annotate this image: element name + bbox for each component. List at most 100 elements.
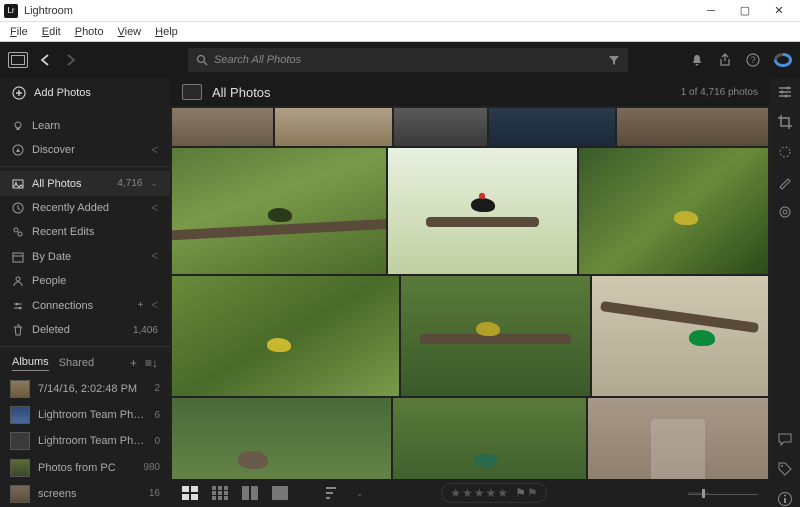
photo-thumb[interactable]: [388, 148, 577, 274]
tab-albums[interactable]: Albums: [12, 356, 49, 371]
album-thumb: [10, 380, 30, 398]
collection-icon: [182, 84, 202, 100]
photo-thumb[interactable]: [489, 108, 615, 146]
close-button[interactable]: ✕: [762, 4, 796, 17]
sidebar-item-recently-added[interactable]: Recently Added ᐸ: [0, 196, 170, 220]
sidebar-item-recent-edits[interactable]: Recent Edits: [0, 220, 170, 244]
album-label: screens: [38, 488, 141, 500]
menu-photo[interactable]: Photo: [69, 25, 110, 39]
left-sidebar: Add Photos Learn Discover ᐸ All Photos 4…: [0, 78, 170, 507]
edits-icon: [12, 226, 24, 238]
sidebar-item-all-photos[interactable]: All Photos 4,716 ⌄: [0, 171, 170, 195]
add-photos-button[interactable]: Add Photos: [0, 78, 170, 108]
sort-albums-icon[interactable]: ≡↓: [145, 356, 158, 370]
album-item[interactable]: screens 16: [0, 481, 170, 507]
menu-view[interactable]: View: [111, 25, 147, 39]
tag-icon[interactable]: [777, 461, 793, 477]
chevron-icon: ᐸ: [151, 251, 158, 262]
rating-stars[interactable]: ★★★★★ ⚑⚑: [441, 483, 546, 503]
content-title: All Photos: [212, 85, 271, 100]
content-header: All Photos 1 of 4,716 photos: [170, 78, 770, 106]
heal-icon[interactable]: [777, 144, 793, 160]
search-bar[interactable]: Search All Photos: [188, 48, 628, 72]
album-item[interactable]: Lightroom Team Photos 6: [0, 402, 170, 428]
photo-thumb[interactable]: [172, 398, 391, 479]
person-icon: [12, 275, 24, 287]
connections-icon: [12, 300, 24, 312]
photo-thumb[interactable]: [592, 276, 768, 396]
cloud-sync-icon[interactable]: [774, 53, 792, 67]
sidebar-item-count: 1,406: [133, 325, 158, 336]
album-thumb: [10, 485, 30, 503]
photo-thumb[interactable]: [588, 398, 768, 479]
album-item[interactable]: Lightroom Team Photos 0: [0, 428, 170, 454]
zoom-slider[interactable]: [688, 492, 758, 495]
photo-thumb[interactable]: [401, 276, 590, 396]
back-button[interactable]: [38, 53, 54, 67]
photo-grid[interactable]: [170, 106, 770, 479]
albums-header: Albums Shared + ≡↓: [0, 351, 170, 375]
photo-thumb[interactable]: [394, 108, 486, 146]
top-toolbar: Search All Photos ?: [0, 42, 800, 78]
chevron-icon: ᐸ: [151, 203, 158, 214]
plus-icon[interactable]: +: [138, 300, 144, 311]
window-titlebar: Lr Lightroom ─ ▢ ✕: [0, 0, 800, 22]
discover-label: Discover: [32, 144, 143, 156]
lightbulb-icon: [12, 120, 24, 132]
sidebar-item-by-date[interactable]: By Date ᐸ: [0, 245, 170, 269]
sidebar-learn[interactable]: Learn: [0, 114, 170, 138]
crop-icon[interactable]: [777, 114, 793, 130]
sort-icon[interactable]: [326, 486, 342, 500]
maximize-button[interactable]: ▢: [728, 4, 762, 17]
menu-edit[interactable]: Edit: [36, 25, 67, 39]
help-icon[interactable]: ?: [746, 53, 760, 67]
forward-button[interactable]: [62, 53, 78, 67]
sidebar-discover[interactable]: Discover ᐸ: [0, 138, 170, 162]
chevron-icon: ᐸ: [151, 145, 158, 156]
menu-help[interactable]: Help: [149, 25, 184, 39]
comment-icon[interactable]: [777, 431, 793, 447]
album-item[interactable]: Photos from PC 980: [0, 454, 170, 480]
album-item[interactable]: 7/14/16, 2:02:48 PM 2: [0, 376, 170, 402]
photo-thumb[interactable]: [172, 276, 399, 396]
plus-circle-icon: [12, 86, 26, 100]
bell-icon[interactable]: [690, 53, 704, 67]
album-count: 16: [149, 488, 160, 499]
album-count: 2: [154, 383, 160, 394]
photo-thumb[interactable]: [172, 148, 386, 274]
album-label: Lightroom Team Photos: [38, 409, 146, 421]
filter-icon[interactable]: [608, 54, 620, 66]
adjust-icon[interactable]: [777, 84, 793, 100]
photo-thumb[interactable]: [172, 108, 273, 146]
search-icon: [196, 54, 208, 66]
brush-icon[interactable]: [777, 174, 793, 190]
app-icon: Lr: [4, 4, 18, 18]
photo-thumb[interactable]: [275, 108, 393, 146]
search-placeholder: Search All Photos: [214, 54, 301, 66]
detail-view-icon[interactable]: [272, 486, 288, 500]
grid-view-icon[interactable]: [182, 486, 198, 500]
sidebar-item-deleted[interactable]: Deleted 1,406: [0, 318, 170, 342]
minimize-button[interactable]: ─: [694, 5, 728, 17]
small-grid-icon[interactable]: [212, 486, 228, 500]
sidebar-item-people[interactable]: People: [0, 269, 170, 293]
sidebar-item-connections[interactable]: Connections + ᐸ: [0, 293, 170, 317]
home-grid-icon[interactable]: [8, 52, 28, 68]
sort-chevron-icon[interactable]: ⌄: [356, 488, 364, 499]
right-panel: [770, 78, 800, 507]
menu-file[interactable]: File: [4, 25, 34, 39]
share-icon[interactable]: [718, 53, 732, 67]
info-icon[interactable]: [777, 491, 793, 507]
sidebar-item-label: Recently Added: [32, 202, 143, 214]
compare-view-icon[interactable]: [242, 486, 258, 500]
chevron-icon: ᐸ: [151, 300, 158, 311]
photo-thumb[interactable]: [617, 108, 768, 146]
album-label: 7/14/16, 2:02:48 PM: [38, 383, 146, 395]
add-album-icon[interactable]: +: [130, 356, 137, 370]
photo-thumb[interactable]: [579, 148, 768, 274]
tab-shared[interactable]: Shared: [59, 357, 94, 369]
album-label: Photos from PC: [38, 462, 135, 474]
gradient-icon[interactable]: [777, 204, 793, 220]
sidebar-item-label: People: [32, 275, 158, 287]
photo-thumb[interactable]: [393, 398, 586, 479]
